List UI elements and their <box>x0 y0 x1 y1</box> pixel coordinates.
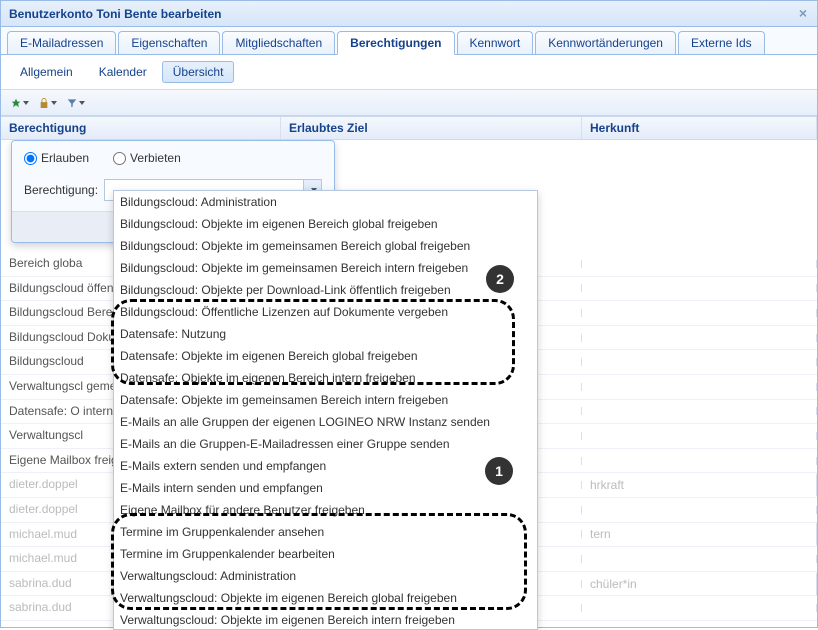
tab-memberships[interactable]: Mitgliedschaften <box>222 31 335 54</box>
radio-deny[interactable]: Verbieten <box>113 151 181 165</box>
radio-row: Erlauben Verbieten <box>24 151 322 165</box>
radio-deny-input[interactable] <box>113 152 126 165</box>
dropdown-option[interactable]: E-Mails an alle Gruppen der eigenen LOGI… <box>114 411 537 433</box>
radio-allow[interactable]: Erlauben <box>24 151 89 165</box>
window-title: Benutzerkonto Toni Bente bearbeiten <box>9 7 221 21</box>
chevron-down-icon <box>51 101 57 105</box>
dropdown-option[interactable]: Bildungscloud: Objekte im gemeinsamen Be… <box>114 235 537 257</box>
combo-label: Berechtigung: <box>24 183 98 197</box>
cell-origin <box>582 383 817 391</box>
grid-header: Berechtigung Erlaubtes Ziel Herkunft <box>1 116 817 140</box>
dropdown-option[interactable]: Datensafe: Objekte im eigenen Bereich gl… <box>114 345 537 367</box>
cell-origin <box>582 555 817 563</box>
dropdown-option[interactable]: E-Mails intern senden und empfangen <box>114 477 537 499</box>
dropdown-option[interactable]: Bildungscloud: Administration <box>114 191 537 213</box>
cell-origin: chüler*in <box>582 573 817 595</box>
dropdown-option[interactable]: Termine im Gruppenkalender ansehen <box>114 521 537 543</box>
add-icon[interactable] <box>11 94 29 112</box>
tab-email-addresses[interactable]: E-Mailadressen <box>7 31 116 54</box>
dropdown-option[interactable]: Verwaltungscloud: Objekte im eigenen Ber… <box>114 609 537 630</box>
chevron-down-icon <box>79 101 85 105</box>
column-origin[interactable]: Herkunft <box>582 117 817 139</box>
cell-origin <box>582 604 817 612</box>
sub-tabs: Allgemein Kalender Übersicht <box>1 55 817 90</box>
cell-origin <box>582 309 817 317</box>
dropdown-option[interactable]: Datensafe: Objekte im eigenen Bereich in… <box>114 367 537 389</box>
filter-icon[interactable] <box>67 94 85 112</box>
cell-origin <box>582 407 817 415</box>
column-permission[interactable]: Berechtigung <box>1 117 281 139</box>
cell-origin <box>582 358 817 366</box>
subtab-overview[interactable]: Übersicht <box>162 61 235 83</box>
dropdown-option[interactable]: E-Mails an die Gruppen-E-Mailadressen ei… <box>114 433 537 455</box>
toolbar <box>1 90 817 116</box>
cell-origin <box>582 432 817 440</box>
lock-icon[interactable] <box>39 94 57 112</box>
radio-allow-input[interactable] <box>24 152 37 165</box>
radio-deny-label: Verbieten <box>130 151 181 165</box>
tab-password-changes[interactable]: Kennwortänderungen <box>535 31 676 54</box>
cell-origin <box>582 506 817 514</box>
cell-origin <box>582 457 817 465</box>
radio-allow-label: Erlauben <box>41 151 89 165</box>
tab-external-ids[interactable]: Externe Ids <box>678 31 765 54</box>
dropdown-option[interactable]: Verwaltungscloud: Administration <box>114 565 537 587</box>
tab-permissions[interactable]: Berechtigungen <box>337 31 454 55</box>
cell-origin <box>582 284 817 292</box>
dropdown-option[interactable]: Bildungscloud: Objekte im gemeinsamen Be… <box>114 257 537 279</box>
dropdown-option[interactable]: Bildungscloud: Objekte per Download-Link… <box>114 279 537 301</box>
dropdown-option[interactable]: Bildungscloud: Objekte im eigenen Bereic… <box>114 213 537 235</box>
chevron-down-icon <box>23 101 29 105</box>
dropdown-option[interactable]: Termine im Gruppenkalender bearbeiten <box>114 543 537 565</box>
cell-origin <box>582 334 817 342</box>
dropdown-option[interactable]: Eigene Mailbox für andere Benutzer freig… <box>114 499 537 521</box>
tab-properties[interactable]: Eigenschaften <box>118 31 220 54</box>
column-target[interactable]: Erlaubtes Ziel <box>281 117 582 139</box>
subtab-general[interactable]: Allgemein <box>9 61 84 83</box>
cell-origin <box>582 260 817 268</box>
tab-password[interactable]: Kennwort <box>457 31 534 54</box>
dropdown-option[interactable]: Verwaltungscloud: Objekte im eigenen Ber… <box>114 587 537 609</box>
titlebar[interactable]: Benutzerkonto Toni Bente bearbeiten × <box>1 1 817 27</box>
dropdown-option[interactable]: Datensafe: Objekte im gemeinsamen Bereic… <box>114 389 537 411</box>
permission-dropdown[interactable]: Bildungscloud: AdministrationBildungsclo… <box>113 190 538 630</box>
dropdown-option[interactable]: Datensafe: Nutzung <box>114 323 537 345</box>
main-tabs: E-Mailadressen Eigenschaften Mitgliedsch… <box>1 27 817 55</box>
subtab-calendar[interactable]: Kalender <box>88 61 158 83</box>
dropdown-option[interactable]: E-Mails extern senden und empfangen <box>114 455 537 477</box>
cell-origin: tern <box>582 523 817 545</box>
cell-origin: hrkraft <box>582 474 817 496</box>
dropdown-option[interactable]: Bildungscloud: Öffentliche Lizenzen auf … <box>114 301 537 323</box>
close-icon[interactable]: × <box>795 5 811 21</box>
